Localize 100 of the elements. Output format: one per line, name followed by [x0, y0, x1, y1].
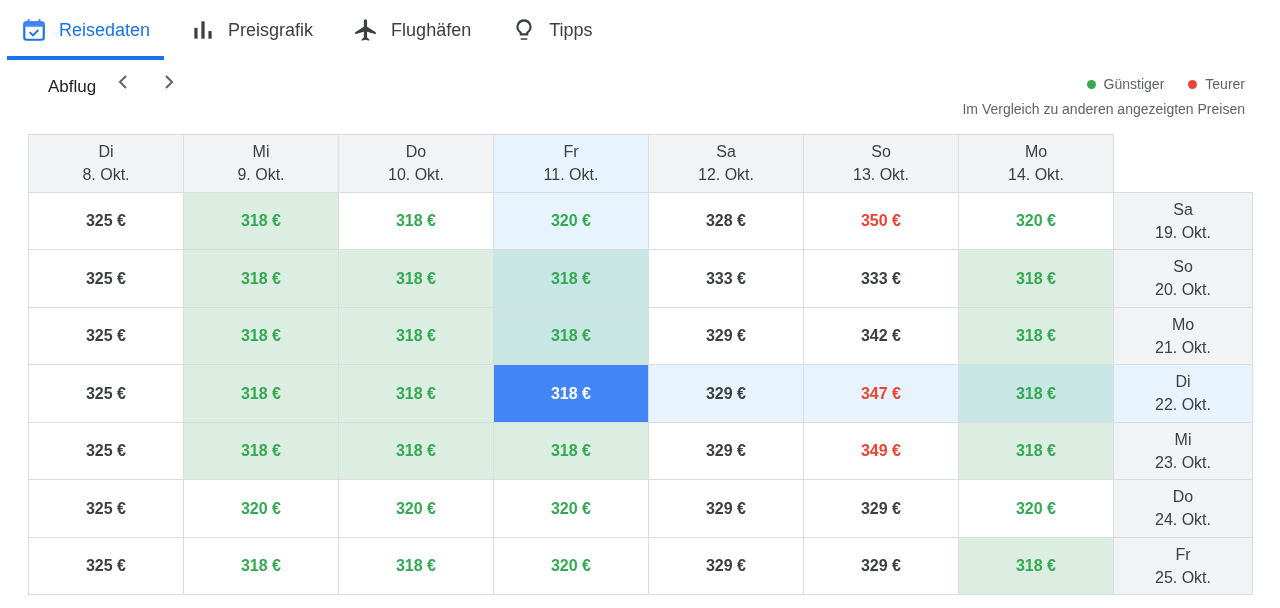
price-cell[interactable]: 318 € — [183, 537, 339, 595]
date-header: Di 8. Okt. — [28, 134, 184, 192]
price-cell[interactable]: 329 € — [648, 307, 804, 365]
price-cell[interactable]: 328 € — [648, 192, 804, 250]
date-header: Sa 12. Okt. — [648, 134, 804, 192]
date-header: So 20. Okt. — [1113, 249, 1253, 307]
price-cell[interactable]: 329 € — [803, 479, 959, 537]
price-cell[interactable]: 318 € — [958, 249, 1114, 307]
date-header: Fr 25. Okt. — [1113, 537, 1253, 595]
price-cell[interactable]: 320 € — [958, 192, 1114, 250]
price-cell[interactable]: 329 € — [648, 422, 804, 480]
legend-label: Teurer — [1205, 75, 1245, 94]
price-cell[interactable]: 329 € — [648, 479, 804, 537]
price-text: 318 € — [395, 556, 436, 577]
date-header: Do 24. Okt. — [1113, 479, 1253, 537]
price-cell[interactable]: 318 € — [338, 422, 494, 480]
price-cell[interactable]: 320 € — [493, 479, 649, 537]
price-text: 333 € — [705, 268, 746, 289]
price-text: 318 € — [240, 326, 281, 347]
departure-label: Abflug — [48, 76, 97, 98]
price-cell[interactable]: 318 € — [493, 422, 649, 480]
price-text: 325 € — [85, 441, 126, 462]
price-cell[interactable]: 325 € — [28, 537, 184, 595]
price-text: 329 € — [705, 498, 746, 519]
date-header: Di 22. Okt. — [1113, 364, 1253, 422]
price-cell[interactable]: 318 € — [493, 249, 649, 307]
price-text: 318 € — [550, 383, 591, 404]
price-text: 320 € — [550, 556, 591, 577]
price-text: 329 € — [860, 556, 901, 577]
price-cell[interactable]: 320 € — [183, 479, 339, 537]
price-text: 318 € — [550, 441, 591, 462]
price-text: 342 € — [860, 326, 901, 347]
price-text: 318 € — [1015, 556, 1056, 577]
price-cell[interactable]: 318 € — [183, 307, 339, 365]
price-cell[interactable]: 320 € — [338, 479, 494, 537]
date-header: Sa 19. Okt. — [1113, 192, 1253, 250]
tab[interactable]: Reisedaten — [7, 0, 165, 60]
tab[interactable]: Tipps — [497, 0, 607, 60]
price-cell[interactable]: 325 € — [28, 422, 184, 480]
price-text: 318 € — [395, 211, 436, 232]
date-header: Mo 14. Okt. — [958, 134, 1114, 192]
price-text: 318 € — [550, 326, 591, 347]
price-text: 320 € — [395, 498, 436, 519]
price-text: 328 € — [705, 211, 746, 232]
price-cell[interactable]: 350 € — [803, 192, 959, 250]
price-cell[interactable]: 318 € — [493, 364, 649, 422]
tab[interactable]: Flughäfen — [339, 0, 486, 60]
price-text: 318 € — [550, 268, 591, 289]
price-cell[interactable]: 347 € — [803, 364, 959, 422]
price-cell[interactable]: 318 € — [183, 192, 339, 250]
price-text: 349 € — [860, 441, 901, 462]
price-cell[interactable]: 318 € — [493, 307, 649, 365]
price-text: 325 € — [85, 326, 126, 347]
price-text: 333 € — [860, 268, 901, 289]
price-cell[interactable]: 318 € — [958, 364, 1114, 422]
price-cell[interactable]: 329 € — [803, 537, 959, 595]
price-cell[interactable]: 333 € — [648, 249, 804, 307]
price-text: 325 € — [85, 498, 126, 519]
price-text: 318 € — [240, 556, 281, 577]
price-text: 325 € — [85, 383, 126, 404]
price-cell[interactable]: 318 € — [183, 422, 339, 480]
price-cell[interactable]: 320 € — [958, 479, 1114, 537]
price-text: 318 € — [1015, 326, 1056, 347]
price-text: 318 € — [240, 441, 281, 462]
price-cell[interactable]: 318 € — [338, 249, 494, 307]
price-text: 347 € — [860, 383, 901, 404]
price-cell[interactable]: 318 € — [958, 307, 1114, 365]
tab[interactable]: Preisgrafik — [176, 0, 328, 60]
price-cell[interactable]: 318 € — [183, 364, 339, 422]
date-header: Mi 23. Okt. — [1113, 422, 1253, 480]
price-text: 329 € — [705, 556, 746, 577]
price-cell[interactable]: 325 € — [28, 479, 184, 537]
price-text: 329 € — [705, 441, 746, 462]
price-cell[interactable]: 329 € — [648, 537, 804, 595]
price-cell[interactable]: 349 € — [803, 422, 959, 480]
price-cell[interactable]: 342 € — [803, 307, 959, 365]
price-cell[interactable]: 325 € — [28, 192, 184, 250]
price-text: 320 € — [240, 498, 281, 519]
price-cell[interactable]: 318 € — [958, 537, 1114, 595]
price-cell[interactable]: 318 € — [338, 307, 494, 365]
price-cell[interactable]: 318 € — [338, 192, 494, 250]
date-header: Mi 9. Okt. — [183, 134, 339, 192]
price-cell[interactable]: 318 € — [183, 249, 339, 307]
price-cell[interactable]: 320 € — [493, 192, 649, 250]
price-cell[interactable]: 318 € — [338, 537, 494, 595]
price-cell[interactable]: 318 € — [958, 422, 1114, 480]
price-cell[interactable]: 333 € — [803, 249, 959, 307]
price-cell[interactable]: 325 € — [28, 364, 184, 422]
price-cell[interactable]: 329 € — [648, 364, 804, 422]
price-cell[interactable]: 325 € — [28, 307, 184, 365]
price-text: 318 € — [395, 326, 436, 347]
price-text: 329 € — [705, 326, 746, 347]
price-text: 329 € — [860, 498, 901, 519]
legend-note: Im Vergleich zu anderen angezeigten Preisen — [962, 100, 1245, 119]
price-cell[interactable]: 320 € — [493, 537, 649, 595]
price-text: 318 € — [240, 268, 281, 289]
price-cell[interactable]: 325 € — [28, 249, 184, 307]
price-text: 325 € — [85, 211, 126, 232]
price-cell[interactable]: 318 € — [338, 364, 494, 422]
price-text: 320 € — [550, 211, 591, 232]
